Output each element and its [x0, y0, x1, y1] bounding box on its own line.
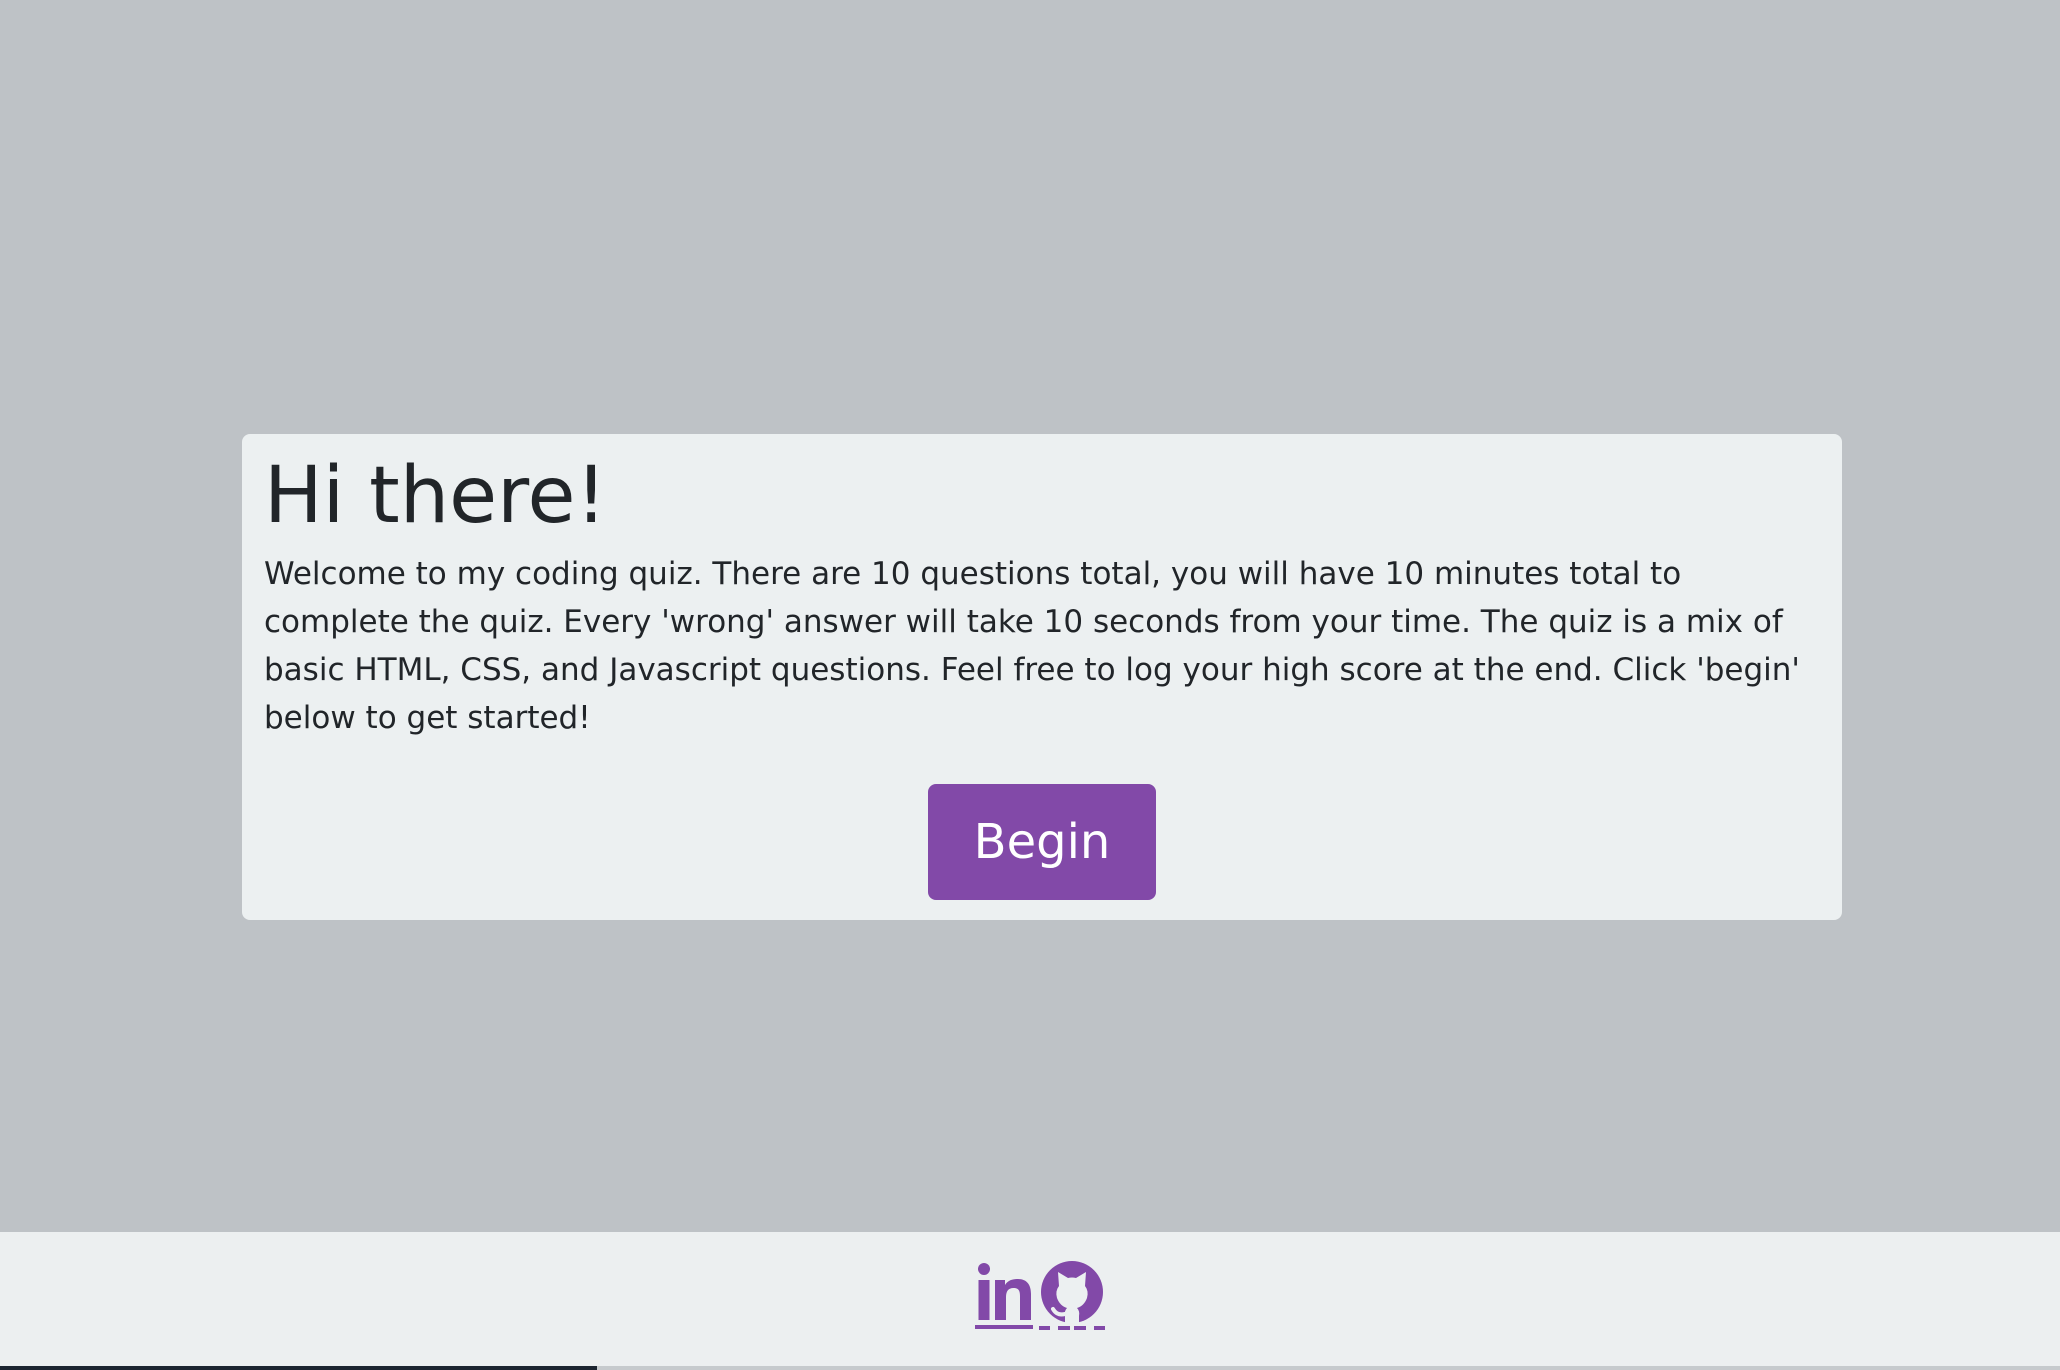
github-icon	[1039, 1260, 1105, 1330]
main-area: Hi there! Welcome to my coding quiz. The…	[0, 0, 2060, 1232]
intro-card: Hi there! Welcome to my coding quiz. The…	[242, 434, 1842, 920]
begin-button[interactable]: Begin	[928, 784, 1156, 900]
linkedin-link[interactable]	[975, 1260, 1033, 1330]
card-description: Welcome to my coding quiz. There are 10 …	[264, 555, 1800, 736]
card-title: Hi there!	[264, 451, 607, 541]
bottom-edge-strip-dark	[0, 1366, 597, 1370]
github-link[interactable]	[1039, 1260, 1105, 1330]
linkedin-icon	[975, 1260, 1033, 1330]
footer	[0, 1232, 2060, 1370]
footer-social-links	[975, 1260, 1105, 1330]
